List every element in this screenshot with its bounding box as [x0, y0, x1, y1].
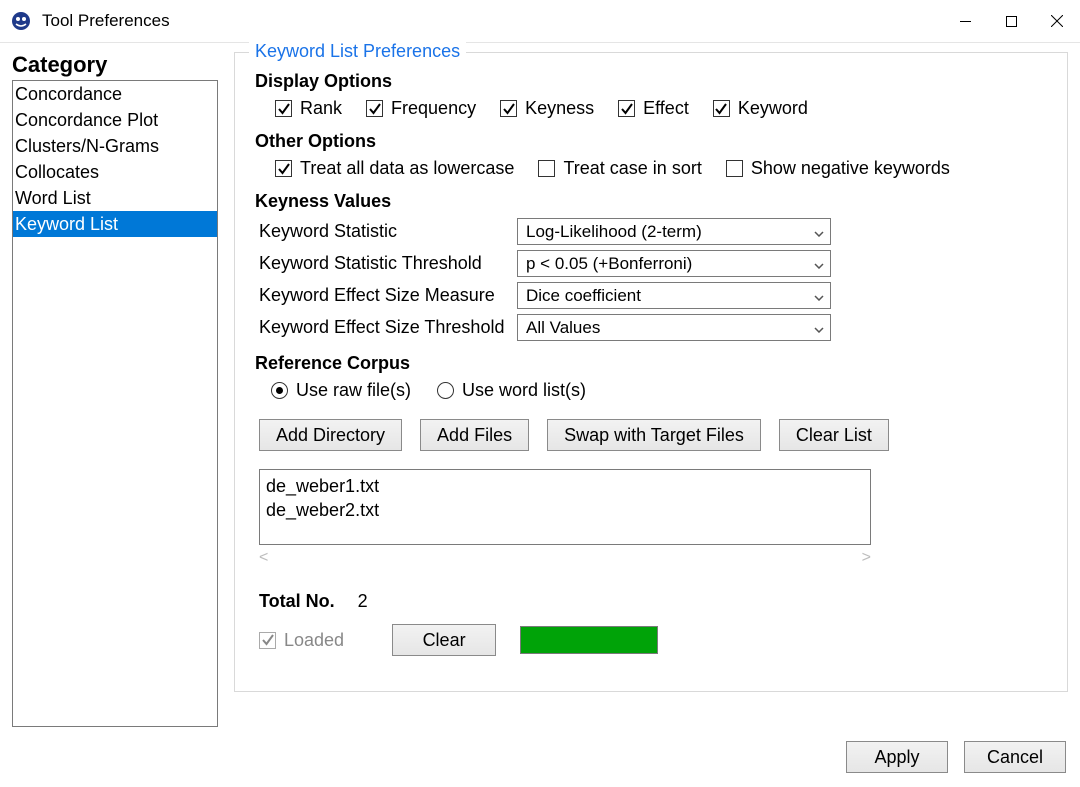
- checkbox-keyness[interactable]: Keyness: [500, 98, 594, 119]
- close-button[interactable]: [1034, 5, 1080, 37]
- add-files-button[interactable]: Add Files: [420, 419, 529, 451]
- checkbox-case-in-sort[interactable]: Treat case in sort: [538, 158, 701, 179]
- total-label: Total No.: [259, 591, 335, 611]
- category-header: Category: [12, 52, 218, 80]
- radio-use-word-lists[interactable]: Use word list(s): [437, 380, 586, 401]
- clear-list-button[interactable]: Clear List: [779, 419, 889, 451]
- kv-label-effect-measure: Keyword Effect Size Measure: [259, 285, 517, 306]
- list-item[interactable]: de_weber1.txt: [266, 474, 864, 498]
- chevron-down-icon: [814, 254, 824, 274]
- sidebar-item-clusters-ngrams[interactable]: Clusters/N-Grams: [13, 133, 217, 159]
- select-effect-measure[interactable]: Dice coefficient: [517, 282, 831, 309]
- category-sidebar: Category Concordance Concordance Plot Cl…: [12, 52, 218, 727]
- fieldset-legend: Keyword List Preferences: [249, 41, 466, 62]
- select-effect-threshold[interactable]: All Values: [517, 314, 831, 341]
- chevron-down-icon: [814, 222, 824, 242]
- other-options-header: Other Options: [255, 131, 1047, 152]
- total-value: 2: [358, 591, 368, 611]
- preferences-fieldset: Keyword List Preferences Display Options…: [234, 52, 1068, 692]
- checkbox-keyword[interactable]: Keyword: [713, 98, 808, 119]
- add-directory-button[interactable]: Add Directory: [259, 419, 402, 451]
- keyness-header: Keyness Values: [255, 191, 1047, 212]
- window-title: Tool Preferences: [42, 11, 170, 31]
- chevron-down-icon: [814, 318, 824, 338]
- checkbox-lowercase[interactable]: Treat all data as lowercase: [275, 158, 514, 179]
- display-options-header: Display Options: [255, 71, 1047, 92]
- sidebar-item-word-list[interactable]: Word List: [13, 185, 217, 211]
- radio-use-raw-files[interactable]: Use raw file(s): [271, 380, 411, 401]
- checkbox-show-negative[interactable]: Show negative keywords: [726, 158, 950, 179]
- dialog-footer: Apply Cancel: [0, 733, 1080, 787]
- maximize-button[interactable]: [988, 5, 1034, 37]
- apply-button[interactable]: Apply: [846, 741, 948, 773]
- reference-corpus-header: Reference Corpus: [255, 353, 1047, 374]
- sidebar-item-concordance[interactable]: Concordance: [13, 81, 217, 107]
- total-row: Total No. 2: [259, 591, 1047, 612]
- sidebar-item-keyword-list[interactable]: Keyword List: [13, 211, 217, 237]
- titlebar: Tool Preferences: [0, 0, 1080, 43]
- checkbox-rank[interactable]: Rank: [275, 98, 342, 119]
- other-options-row: Treat all data as lowercase Treat case i…: [275, 158, 1047, 179]
- sidebar-item-concordance-plot[interactable]: Concordance Plot: [13, 107, 217, 133]
- reference-file-listbox[interactable]: de_weber1.txt de_weber2.txt: [259, 469, 871, 545]
- display-options-row: Rank Frequency Keyness Effect Keyword: [275, 98, 1047, 119]
- sidebar-item-collocates[interactable]: Collocates: [13, 159, 217, 185]
- swap-with-target-button[interactable]: Swap with Target Files: [547, 419, 761, 451]
- select-keyword-statistic-threshold[interactable]: p < 0.05 (+Bonferroni): [517, 250, 831, 277]
- minimize-button[interactable]: [942, 5, 988, 37]
- category-listbox[interactable]: Concordance Concordance Plot Clusters/N-…: [12, 80, 218, 727]
- kv-label-effect-threshold: Keyword Effect Size Threshold: [259, 317, 517, 338]
- kv-label-statistic-threshold: Keyword Statistic Threshold: [259, 253, 517, 274]
- scroll-right-icon[interactable]: >: [862, 549, 871, 567]
- app-icon: [10, 10, 32, 32]
- loaded-checkbox: Loaded: [259, 630, 344, 651]
- checkbox-effect[interactable]: Effect: [618, 98, 689, 119]
- progress-bar: [520, 626, 658, 654]
- hscrollbar[interactable]: < >: [259, 549, 871, 567]
- kv-label-statistic: Keyword Statistic: [259, 221, 517, 242]
- select-keyword-statistic[interactable]: Log-Likelihood (2-term): [517, 218, 831, 245]
- clear-button[interactable]: Clear: [392, 624, 496, 656]
- checkbox-frequency[interactable]: Frequency: [366, 98, 476, 119]
- chevron-down-icon: [814, 286, 824, 306]
- cancel-button[interactable]: Cancel: [964, 741, 1066, 773]
- list-item[interactable]: de_weber2.txt: [266, 498, 864, 522]
- scroll-left-icon[interactable]: <: [259, 549, 268, 567]
